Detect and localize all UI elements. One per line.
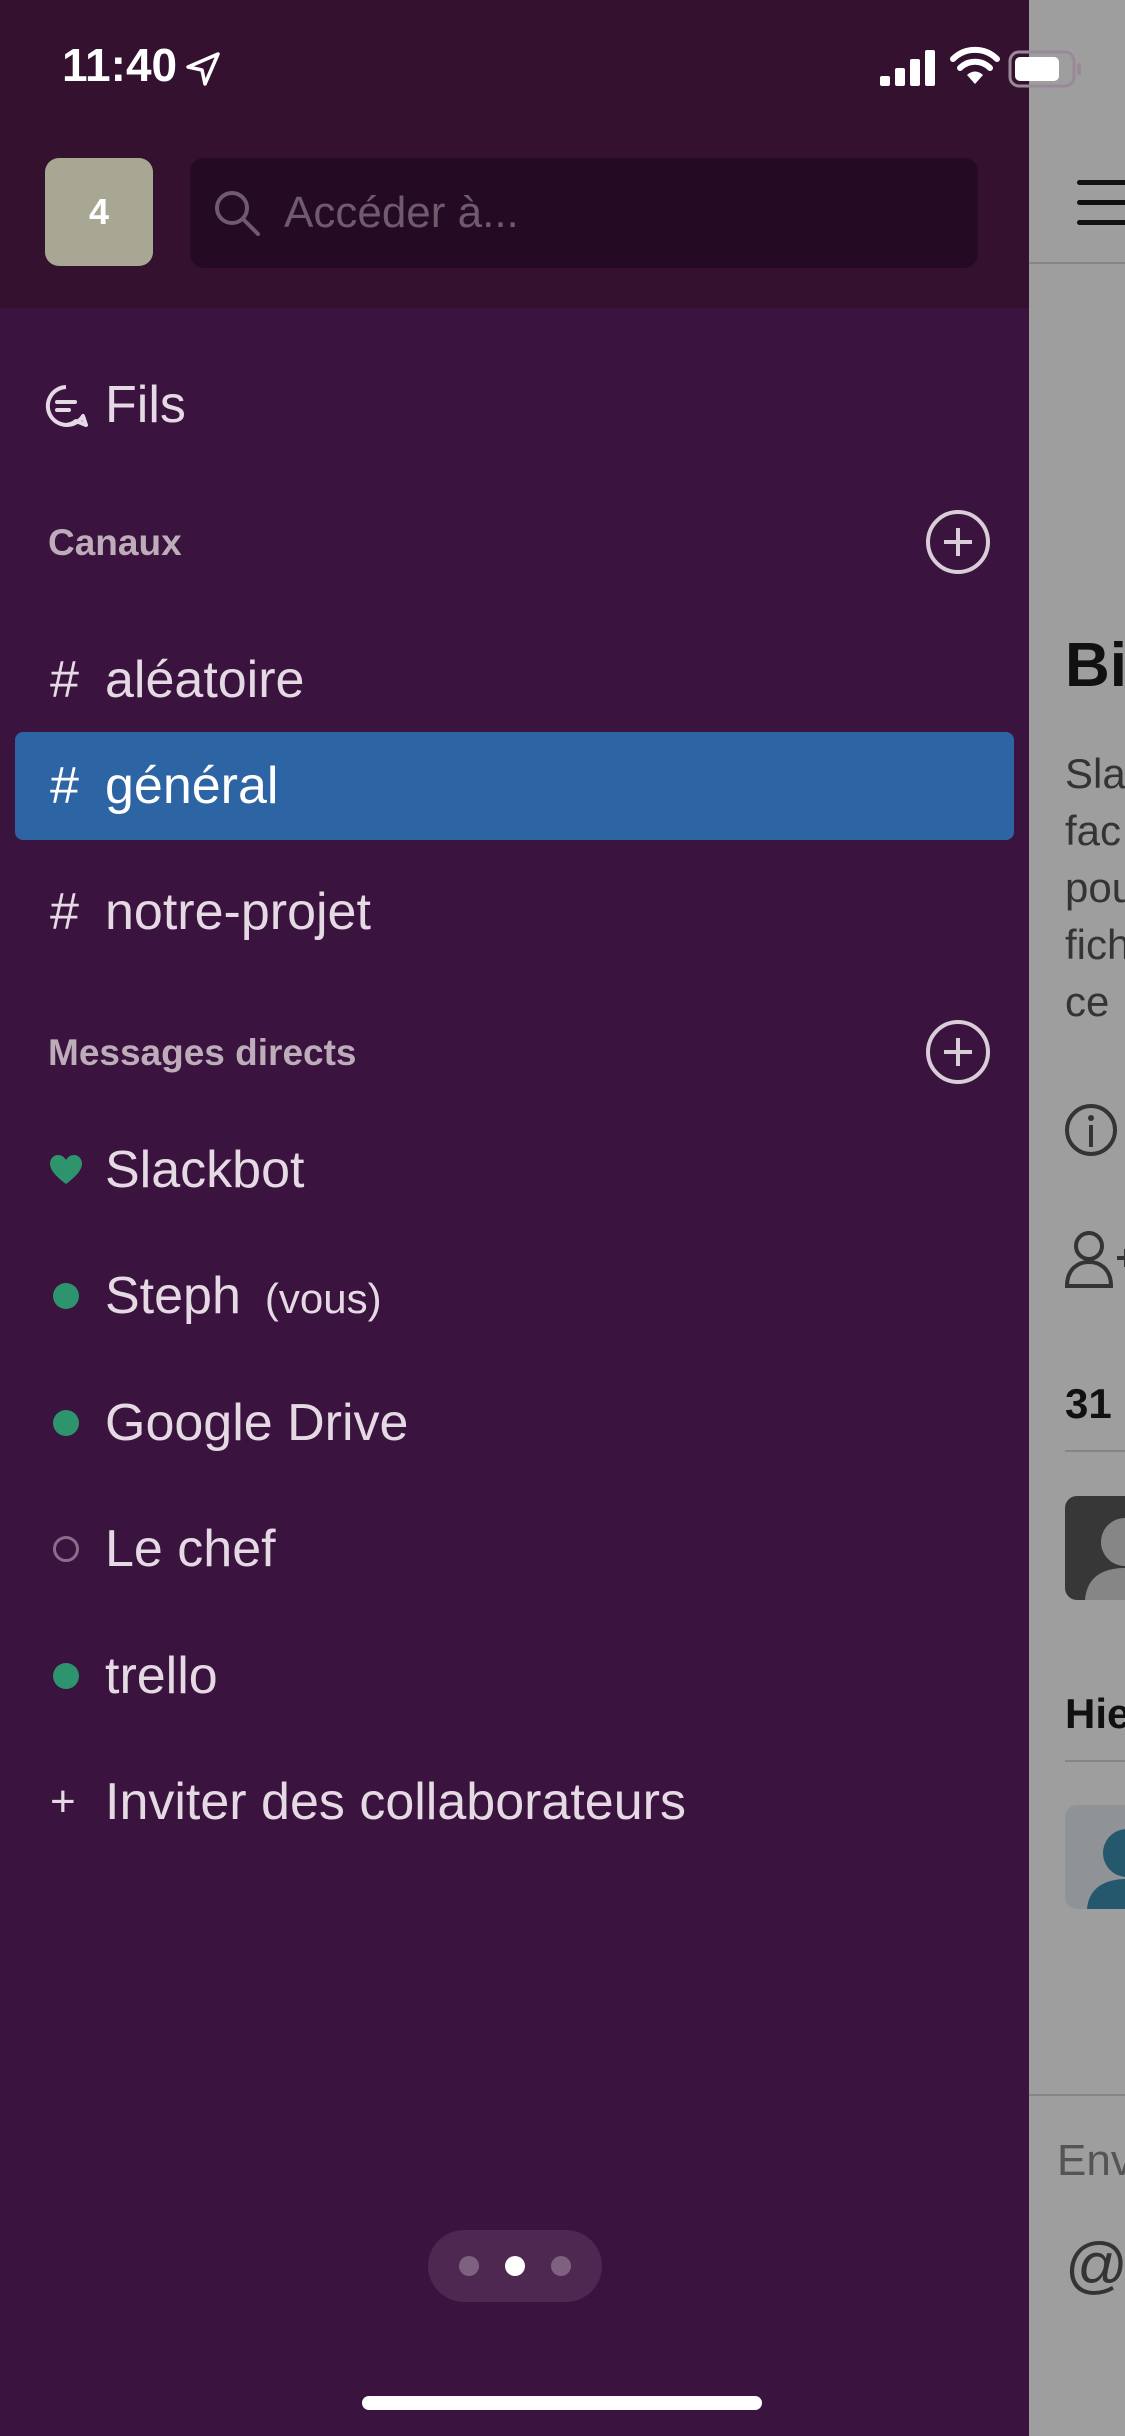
main-view-content: Bi Sla fac pou fich ce 31 Hie Env @	[1029, 0, 1125, 2436]
page-dot[interactable]	[551, 2256, 571, 2276]
date-divider	[1065, 1450, 1125, 1452]
online-status-icon	[53, 1410, 79, 1436]
message-input-placeholder[interactable]: Env	[1057, 2136, 1125, 2186]
dm-name: Slackbot	[105, 1141, 305, 1199]
date-separator: 31	[1065, 1380, 1112, 1427]
channels-section-title: Canaux	[48, 522, 182, 563]
mention-icon[interactable]: @	[1065, 2230, 1125, 2301]
sidebar: 11:40 4 Accéder à... Fils Canaux # aléat…	[0, 0, 1081, 2436]
home-indicator[interactable]	[362, 2396, 762, 2410]
add-channel-button[interactable]	[926, 510, 990, 574]
header-divider	[1029, 262, 1125, 264]
date-divider-2	[1065, 1760, 1125, 1762]
channel-item-notre-projet[interactable]: # notre-projet	[0, 862, 1029, 962]
location-arrow-icon	[186, 52, 220, 86]
page-dot-active[interactable]	[505, 2256, 525, 2276]
avatar-2[interactable]	[1065, 1805, 1125, 1909]
channel-name: général	[105, 757, 279, 815]
heart-icon	[50, 1155, 82, 1184]
channel-item-general[interactable]: # général	[0, 736, 1029, 836]
self-indicator: (vous)	[264, 1275, 382, 1322]
search-icon	[215, 191, 260, 236]
main-view-peek[interactable]: Bi Sla fac pou fich ce 31 Hie Env @	[1029, 0, 1125, 2436]
threads-icon	[45, 385, 88, 427]
add-dm-button[interactable]	[926, 1020, 990, 1084]
channel-intro-description: Sla fac pou fich ce	[1065, 750, 1125, 1025]
channel-hash-icon: #	[50, 757, 79, 815]
dm-name: trello	[105, 1647, 218, 1705]
user-avatar-icon	[1085, 1518, 1125, 1600]
hamburger-menu-icon[interactable]	[1077, 180, 1125, 226]
channel-name: notre-projet	[105, 883, 371, 941]
dm-section-title: Messages directs	[48, 1032, 357, 1073]
dm-name: Steph (vous)	[105, 1267, 382, 1325]
battery-icon	[1008, 50, 1081, 88]
workspace-badge[interactable]: 4	[45, 158, 153, 266]
channel-hash-icon: #	[50, 883, 79, 941]
page-dot[interactable]	[459, 2256, 479, 2276]
dm-name: Google Drive	[105, 1394, 409, 1452]
composer-divider	[1029, 2094, 1125, 2096]
channel-hash-icon: #	[50, 651, 79, 709]
info-icon[interactable]	[1065, 1104, 1117, 1156]
dm-item-le-chef[interactable]: Le chef	[0, 1499, 1029, 1599]
search-input[interactable]	[282, 158, 962, 268]
status-time: 11:40	[62, 39, 178, 91]
invite-label: Inviter des collaborateurs	[105, 1773, 686, 1831]
app-root: Bi Sla fac pou fich ce 31 Hie Env @ 11:4…	[0, 0, 1125, 2436]
channel-name: aléatoire	[105, 651, 305, 709]
add-user-icon[interactable]	[1065, 1228, 1125, 1288]
dm-name: Le chef	[105, 1520, 276, 1578]
plus-icon: +	[50, 1777, 76, 1826]
channel-item-aleatoire[interactable]: # aléatoire	[0, 630, 1029, 730]
threads-item[interactable]: Fils	[0, 370, 1029, 440]
invite-collaborators-button[interactable]: + Inviter des collaborateurs	[0, 1752, 1029, 1852]
dm-item-slackbot[interactable]: Slackbot	[0, 1120, 1029, 1220]
channel-intro-title: Bi	[1065, 631, 1125, 700]
wifi-icon	[950, 46, 1000, 84]
threads-label: Fils	[105, 376, 186, 434]
dm-item-google-drive[interactable]: Google Drive	[0, 1373, 1029, 1473]
away-status-icon	[53, 1536, 79, 1562]
date-separator-2: Hie	[1065, 1690, 1125, 1737]
dm-item-trello[interactable]: trello	[0, 1626, 1029, 1726]
online-status-icon	[53, 1283, 79, 1309]
page-indicator[interactable]	[428, 2230, 602, 2302]
cellular-signal-icon	[880, 50, 935, 86]
search-bar[interactable]	[190, 158, 978, 268]
user-avatar-icon-2	[1087, 1829, 1125, 1909]
dm-item-steph[interactable]: Steph (vous)	[0, 1246, 1029, 1346]
online-status-icon	[53, 1663, 79, 1689]
avatar[interactable]	[1065, 1496, 1125, 1600]
